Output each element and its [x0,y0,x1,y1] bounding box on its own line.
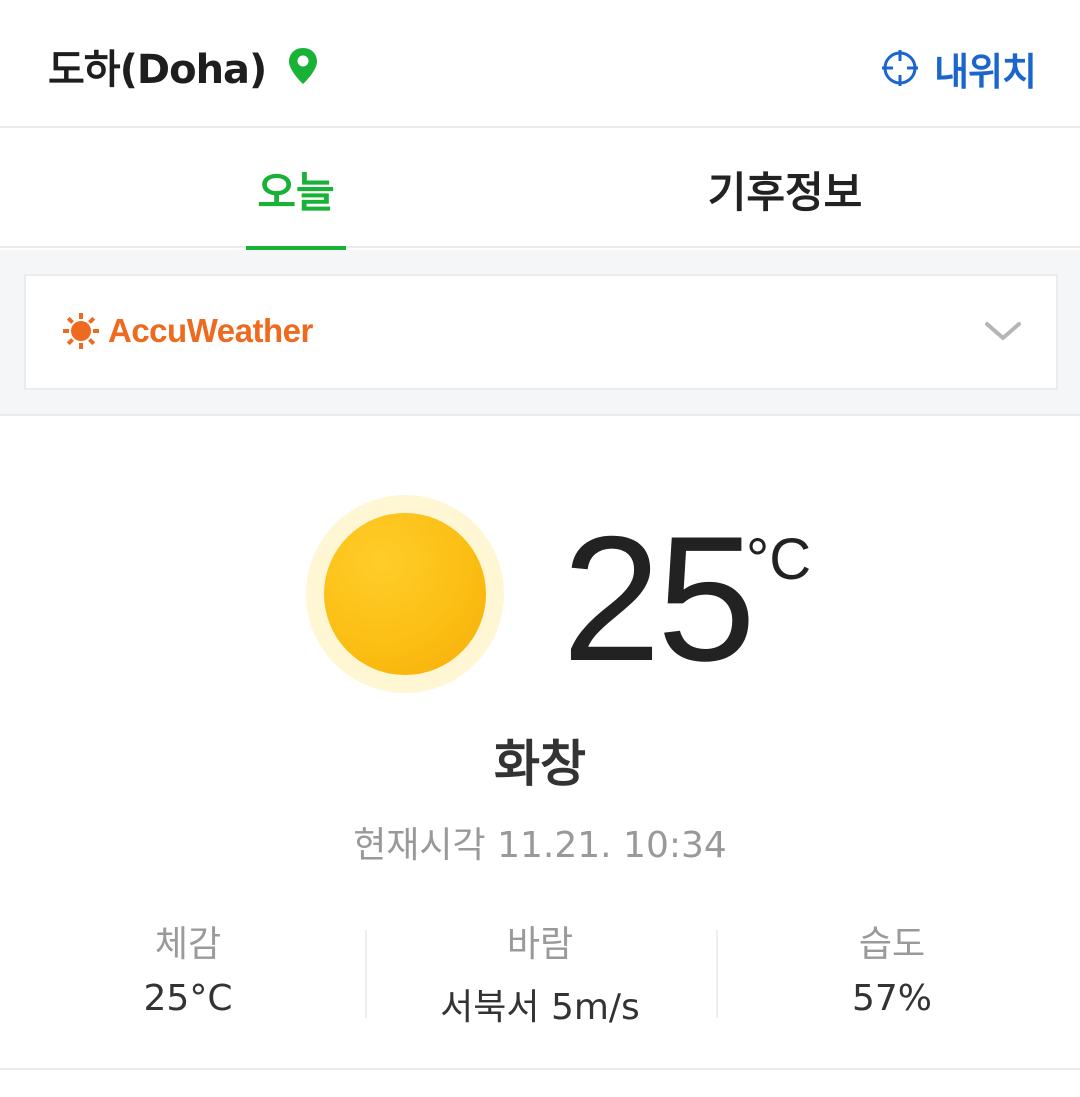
accuweather-sun-icon [63,313,99,349]
provider-dropdown[interactable]: AccuWeather [24,274,1058,390]
stat-value: 25°C [143,978,233,1019]
stat-feels-like: 체감 25°C [8,920,368,1024]
stat-label: 체감 [154,924,222,965]
tab-today[interactable]: 오늘 [246,130,346,250]
provider-section: AccuWeather [0,250,1080,416]
stat-humidity: 습도 57% [712,920,1072,1024]
tab-bar: 오늘 기후정보 [0,130,1080,250]
current-temperature: 25 [562,499,756,698]
city-title: 도하(Doha) [48,40,320,93]
app-header: 도하(Doha) 내위치 [0,0,1080,128]
crosshair-icon [882,50,919,86]
sunny-weather-icon [306,495,504,693]
my-location-button[interactable]: 내위치 [880,42,1037,94]
stat-value: 서북서 5m/s [440,987,640,1028]
accuweather-logo: AccuWeather [62,312,313,350]
my-location-label: 내위치 [934,49,1037,94]
tab-climate-info[interactable]: 기후정보 [690,130,880,248]
weather-condition: 화창 [494,735,586,793]
stat-label: 습도 [858,924,926,965]
weather-stats: 체감 25°C 바람 서북서 5m/s 습도 57% [0,920,1080,1028]
provider-name: AccuWeather [108,312,313,349]
location-pin-icon [289,48,318,84]
section-divider [0,1068,1080,1070]
current-time: 현재시각 11.21. 10:34 [353,825,727,866]
stat-value: 57% [851,978,932,1019]
sun-core [324,513,486,675]
city-name: 도하(Doha) [48,47,267,93]
stat-wind: 바람 서북서 5m/s [360,920,720,1028]
chevron-down-icon [985,322,1021,340]
temperature-unit: °C [746,527,812,592]
stat-label: 바람 [506,924,574,965]
